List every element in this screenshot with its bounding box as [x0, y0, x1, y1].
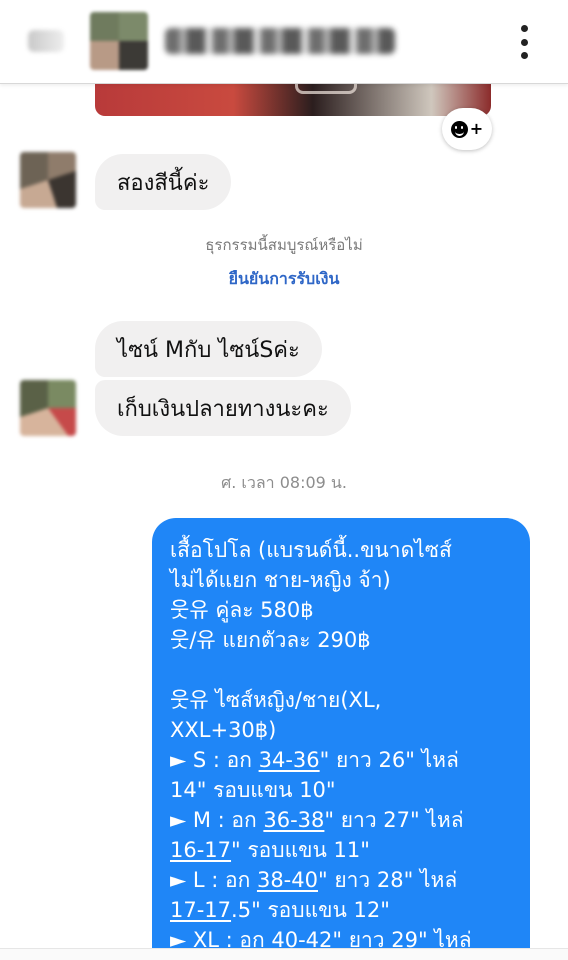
message-line: 14" รอบแขน 10"	[170, 778, 336, 802]
incoming-message[interactable]: เก็บเงินปลายทางนะคะ	[95, 380, 351, 436]
incoming-message[interactable]: ไซน์ Mกับ ไซน์Sค่ะ	[95, 321, 322, 377]
chest-measure: 34-36	[258, 748, 320, 772]
contact-name-redacted[interactable]	[165, 28, 395, 54]
chest-measure: 36-38	[263, 808, 325, 832]
message-timestamp: ศ. เวลา 08:09 น.	[221, 473, 347, 492]
photo-detail	[295, 84, 357, 94]
size-detail: .5" รอบแขน 12"	[231, 898, 390, 922]
smiley-icon	[450, 120, 468, 138]
size-detail: " รอบแขน 11"	[231, 838, 370, 862]
sender-avatar[interactable]	[20, 152, 76, 208]
size-detail: " ยาว 26" ไหล่	[319, 748, 459, 772]
message-line: XXL+30฿)	[170, 718, 277, 742]
more-vert-icon[interactable]	[510, 22, 538, 62]
size-detail: " ยาว 27" ไหล่	[324, 808, 464, 832]
message-line: 웃유 ไซส์หญิง/ชาย(XL,	[170, 688, 382, 712]
message-line: 웃/유 แยกตัวละ 290฿	[170, 628, 371, 652]
size-s-line: ► S : อก 34-36" ยาว 26" ไหล่	[170, 745, 520, 775]
plus-icon: +	[469, 119, 484, 138]
add-reaction-button[interactable]: +	[442, 108, 492, 150]
message-line: ไม่ได้แยก ชาย-หญิง จ้า)	[170, 568, 391, 592]
conversation-header	[0, 0, 568, 84]
size-m-line2: 16-17" รอบแขน 11"	[170, 835, 520, 865]
size-label: ► L : อก	[170, 868, 257, 892]
size-detail: " ยาว 28" ไหล่	[317, 868, 458, 892]
back-arrow-icon[interactable]	[28, 30, 64, 52]
message-line: 웃유 คู่ละ 580฿	[170, 598, 314, 622]
size-m-line: ► M : อก 36-38" ยาว 27" ไหล่	[170, 805, 520, 835]
contact-avatar[interactable]	[90, 12, 148, 70]
shoulder-measure: 17-17	[170, 898, 232, 922]
shoulder-measure: 16-17	[170, 838, 232, 862]
size-l-line: ► L : อก 38-40" ยาว 28" ไหล่	[170, 865, 520, 895]
shared-photo[interactable]	[95, 84, 491, 116]
size-label: ► M : อก	[170, 808, 264, 832]
outgoing-message[interactable]: เสื้อโปโล (แบรนด์นี้..ขนาดไซส์ ไม่ได้แยก…	[152, 518, 530, 960]
message-line: เสื้อโปโล (แบรนด์นี้..ขนาดไซส์	[170, 538, 452, 562]
size-label: ► S : อก	[170, 748, 259, 772]
confirm-payment-link[interactable]: ยืนยันการรับเงิน	[0, 267, 568, 292]
chest-measure: 38-40	[256, 868, 318, 892]
sender-avatar[interactable]	[20, 380, 76, 436]
message-thread: + สองสีนี้ค่ะ ธุรกรรมนี้สมบูรณ์หรือไม่ ย…	[0, 84, 568, 960]
transaction-question: ธุรกรรมนี้สมบูรณ์หรือไม่	[205, 236, 363, 254]
size-l-line2: 17-17.5" รอบแขน 12"	[170, 895, 520, 925]
composer-edge	[0, 948, 568, 960]
incoming-message[interactable]: สองสีนี้ค่ะ	[95, 154, 232, 210]
